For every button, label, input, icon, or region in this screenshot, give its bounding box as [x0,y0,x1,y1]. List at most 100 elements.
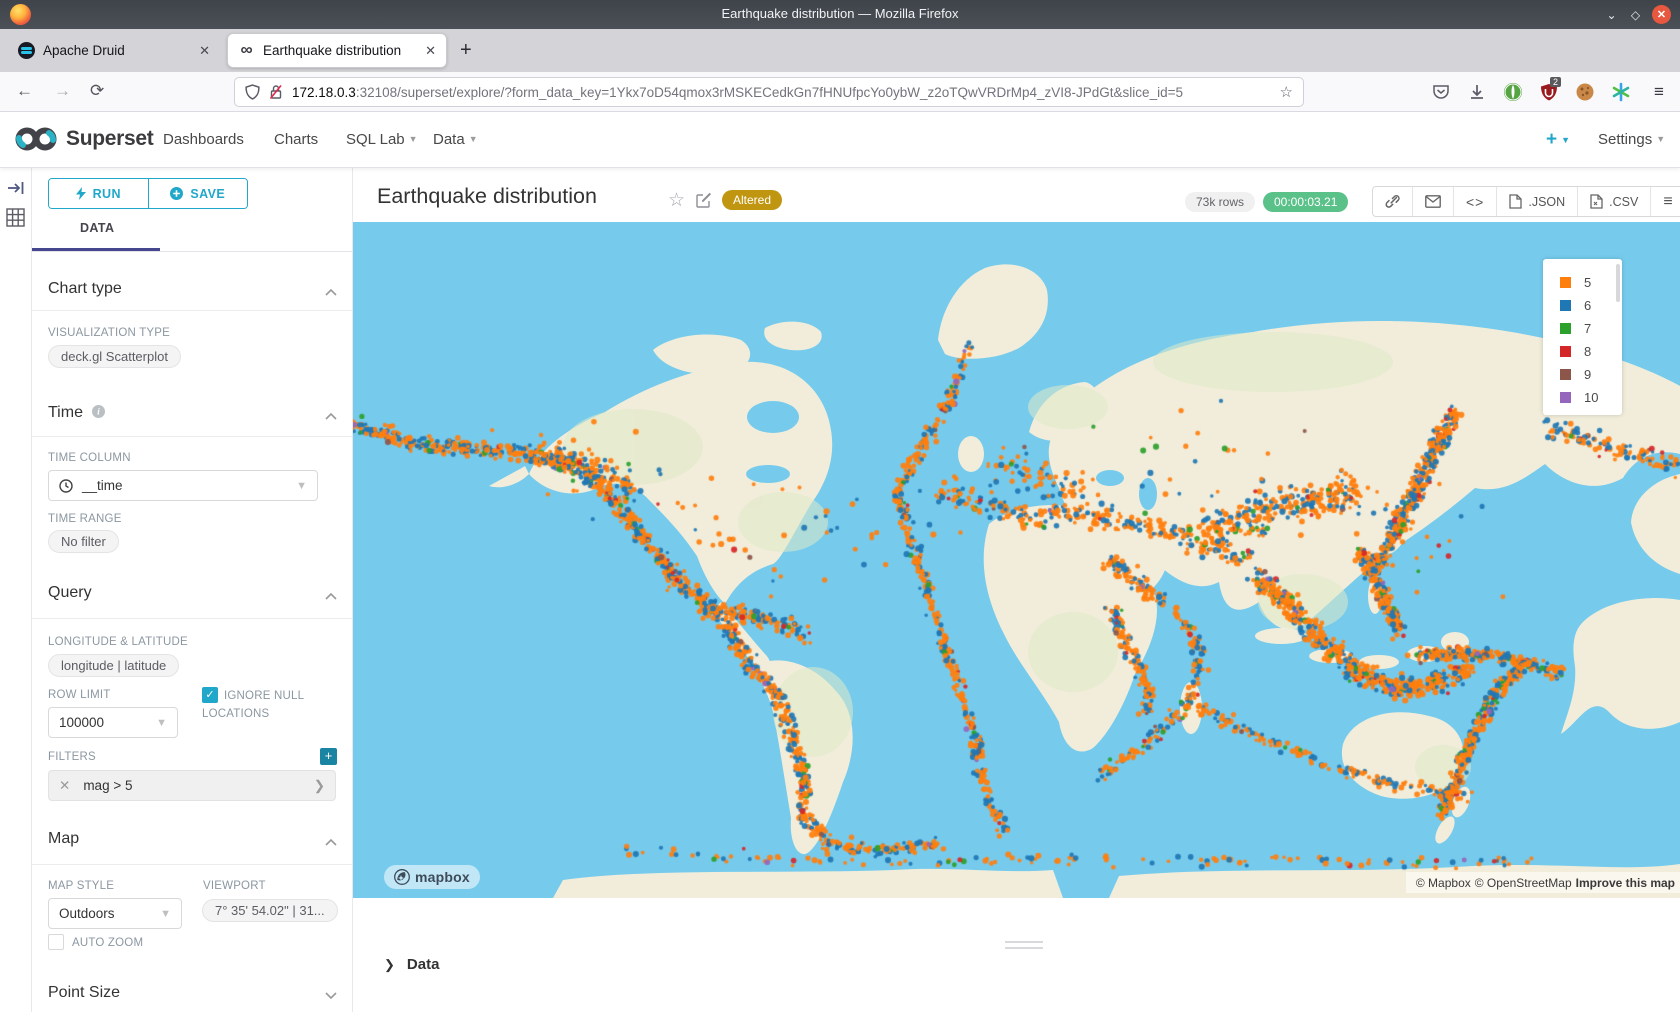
chevron-down-icon: ▼ [1656,134,1665,144]
chevron-up-icon[interactable] [325,590,337,602]
new-tab-button[interactable]: + [460,39,472,62]
ignore-null-checkbox[interactable]: ✓ [202,687,218,703]
bookmark-star-icon[interactable]: ☆ [1280,83,1293,101]
chevron-down-icon[interactable] [325,990,337,1002]
chevron-up-icon[interactable] [325,286,337,298]
bolt-icon [76,187,86,200]
mapbox-logo[interactable]: mapbox [384,865,480,889]
legend-label: 10 [1584,390,1598,405]
embed-code-button[interactable]: <> [1453,187,1496,216]
tab-close-icon[interactable]: ✕ [425,43,436,59]
chevron-up-icon[interactable] [325,410,337,422]
data-results-collapse[interactable]: ❯ Data [384,956,439,973]
shield-icon[interactable] [245,84,260,100]
menu-hamburger-icon[interactable]: ≡ [1648,81,1670,103]
legend-item[interactable]: 5 [1560,271,1622,294]
add-new-button[interactable]: +▼ [1546,129,1570,151]
time-range-pill[interactable]: No filter [48,530,119,553]
legend-item[interactable]: 9 [1560,363,1622,386]
deckgl-scatter-map[interactable]: 56 7 8 9 10 mapbox © Mapbox © OpenStreetMap … [353,222,1680,898]
superset-logo[interactable]: Superset [14,125,153,153]
nav-settings[interactable]: Settings▼ [1598,131,1665,148]
edit-title-icon[interactable] [696,192,712,208]
legend-label: 8 [1584,344,1591,359]
window-close-button[interactable]: ✕ [1652,5,1671,24]
back-button[interactable]: ← [16,81,33,101]
earthquake-points-layer [353,222,1680,898]
chevron-down-icon: ▼ [469,134,478,144]
pocket-icon[interactable] [1430,81,1452,103]
section-query[interactable]: Query [48,584,92,602]
favorite-star-icon[interactable]: ☆ [668,189,685,212]
lock-disabled-icon[interactable] [269,84,283,100]
visualization-type-label: VISUALIZATION TYPE [48,327,170,339]
map-style-select[interactable]: Outdoors ▼ [48,898,182,929]
altered-badge[interactable]: Altered [722,190,782,210]
chevron-down-icon: ▼ [156,717,167,729]
lonlat-pill[interactable]: longitude | latitude [48,654,179,677]
url-bar[interactable]: 172.18.0.3:32108/superset/explore/?form_… [234,77,1304,107]
panel-resize-handle[interactable] [1005,941,1043,953]
ublock-origin-icon[interactable]: 2 [1538,81,1560,103]
export-csv-button[interactable]: .CSV [1577,187,1650,216]
info-icon: i [92,405,105,418]
tab-close-icon[interactable]: ✕ [199,43,210,59]
legend-item[interactable]: 8 [1560,340,1622,363]
tab-apache-druid[interactable]: Apache Druid ✕ [8,33,220,68]
tab-earthquake-distribution[interactable]: ∞ Earthquake distribution ✕ [227,33,447,68]
legend-item[interactable]: 10 [1560,386,1622,409]
viewport-pill[interactable]: 7° 35' 54.02" | 31... [202,899,338,922]
nav-charts[interactable]: Charts [274,131,318,148]
chevron-right-icon: ❯ [384,957,395,973]
window-maximize-button[interactable]: ◇ [1626,5,1645,24]
browser-tabstrip: Apache Druid ✕ ∞ Earthquake distribution… [0,29,1680,72]
attribution-mapbox-link[interactable]: © Mapbox [1416,876,1471,890]
map-attribution: © Mapbox © OpenStreetMap Improve this ma… [1406,872,1680,893]
section-point-size[interactable]: Point Size [48,984,120,1002]
viz-type-pill[interactable]: deck.gl Scatterplot [48,345,181,368]
legend-item[interactable]: 6 [1560,294,1622,317]
legend-item[interactable]: 7 [1560,317,1622,340]
add-filter-button[interactable]: + [320,748,337,765]
container-asterisk-icon[interactable] [1610,81,1632,103]
legend-label: 7 [1584,321,1591,336]
chevron-up-icon[interactable] [325,836,337,848]
cookie-extension-icon[interactable] [1574,81,1596,103]
attribution-osm-link[interactable]: © OpenStreetMap [1475,876,1572,890]
row-limit-select[interactable]: 100000 ▼ [48,707,178,738]
section-time[interactable]: Time i [48,404,105,422]
nav-dashboards[interactable]: Dashboards [163,131,244,148]
export-json-button[interactable]: .JSON [1496,187,1577,216]
email-button[interactable] [1412,187,1453,216]
remove-filter-icon[interactable]: ✕ [59,778,70,794]
section-chart-type[interactable]: Chart type [48,280,122,298]
tab-data[interactable]: DATA [80,221,114,235]
legend-swatch [1560,392,1571,403]
share-link-button[interactable] [1373,187,1412,216]
chart-menu-button[interactable]: ≡ [1650,187,1680,216]
save-button[interactable]: SAVE [149,179,248,208]
time-column-select[interactable]: __time ▼ [48,470,318,501]
legend-scrollbar[interactable] [1616,264,1620,302]
nav-data[interactable]: Data▼ [433,131,478,148]
chart-actions-group: <> .JSON .CSV ≡ [1372,186,1680,217]
privacy-badger-icon[interactable] [1502,81,1524,103]
legend-swatch [1560,300,1571,311]
chevron-right-icon[interactable]: ❯ [314,778,325,794]
filter-item[interactable]: ✕ mag > 5 ❯ [48,770,336,801]
run-button[interactable]: RUN [49,179,149,208]
druid-favicon [18,42,35,59]
nav-sql-lab[interactable]: SQL Lab▼ [346,131,418,148]
forward-button[interactable]: → [54,81,71,101]
auto-zoom-checkbox[interactable] [48,934,64,950]
map-legend: 56 7 8 9 10 [1543,259,1622,415]
improve-map-link[interactable]: Improve this map [1576,876,1675,890]
reload-button[interactable]: ⟳ [90,81,104,101]
window-minimize-button[interactable]: ⌄ [1602,5,1621,24]
url-text[interactable]: 172.18.0.3:32108/superset/explore/?form_… [292,85,1183,100]
collapse-panel-icon[interactable] [7,180,25,196]
datasource-grid-icon[interactable] [6,208,25,227]
plus-circle-icon [170,187,183,200]
downloads-icon[interactable] [1466,81,1488,103]
section-map[interactable]: Map [48,830,79,848]
